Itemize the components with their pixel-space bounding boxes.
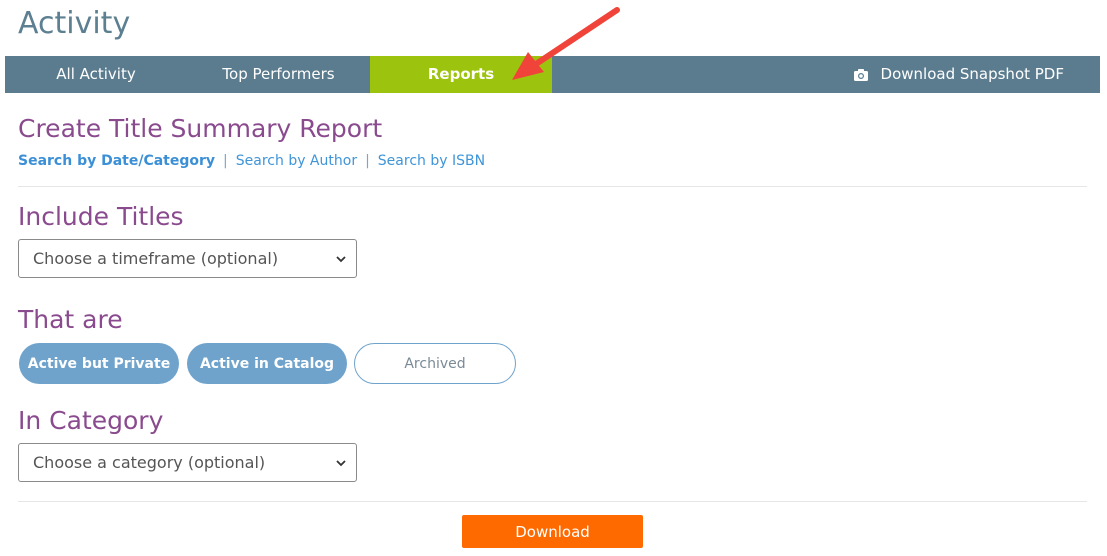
include-titles-heading: Include Titles <box>18 202 184 231</box>
that-are-heading: That are <box>18 305 123 334</box>
search-mode-links: Search by Date/Category | Search by Auth… <box>18 153 485 169</box>
nav-bar: All Activity Top Performers Reports Down… <box>5 56 1100 93</box>
chevron-down-icon <box>336 256 346 263</box>
category-select[interactable]: Choose a category (optional) <box>18 443 357 482</box>
link-separator: | <box>365 153 370 169</box>
camera-icon <box>853 68 868 81</box>
category-select-value: Choose a category (optional) <box>33 453 266 472</box>
link-separator: | <box>223 153 228 169</box>
timeframe-select[interactable]: Choose a timeframe (optional) <box>18 239 357 278</box>
search-by-author-link[interactable]: Search by Author <box>236 153 357 169</box>
download-snapshot-label: Download Snapshot PDF <box>880 65 1064 83</box>
report-title: Create Title Summary Report <box>18 114 383 143</box>
divider <box>18 501 1087 502</box>
in-category-heading: In Category <box>18 406 164 435</box>
timeframe-select-value: Choose a timeframe (optional) <box>33 249 279 268</box>
tab-top-performers[interactable]: Top Performers <box>187 56 370 93</box>
page-title: Activity <box>18 6 131 41</box>
status-archived-toggle[interactable]: Archived <box>354 343 516 384</box>
tab-all-activity[interactable]: All Activity <box>5 56 187 93</box>
status-active-but-private-toggle[interactable]: Active but Private <box>19 343 179 384</box>
search-by-date-category-link[interactable]: Search by Date/Category <box>18 153 215 169</box>
search-by-isbn-link[interactable]: Search by ISBN <box>378 153 485 169</box>
chevron-down-icon <box>336 460 346 467</box>
download-button[interactable]: Download <box>462 515 643 548</box>
tab-reports[interactable]: Reports <box>370 56 552 93</box>
divider <box>18 186 1087 187</box>
download-snapshot-pdf-link[interactable]: Download Snapshot PDF <box>853 56 1064 93</box>
status-active-in-catalog-toggle[interactable]: Active in Catalog <box>187 343 347 384</box>
